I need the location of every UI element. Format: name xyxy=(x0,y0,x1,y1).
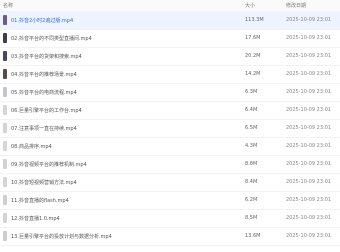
file-date: 2025-10-09 23:01 xyxy=(286,107,332,113)
file-name[interactable]: 01.抖音2小时2遍过版.mp4 xyxy=(11,17,73,24)
file-name[interactable]: 10.抖音短视频营销方法.mp4 xyxy=(11,179,77,186)
file-size: 8.8M xyxy=(245,161,258,167)
file-row[interactable]: 13.巨量引擎平台的投放计划与数据分析.mp4 13.6M 2025-10-09 2… xyxy=(0,227,340,246)
file-row[interactable]: 01.抖音2小时2遍过版.mp4 113.3M 2025-10-09 23:01 xyxy=(0,11,340,30)
file-size: 4.3M xyxy=(245,143,258,149)
file-row[interactable]: 10.抖音短视频营销方法.mp4 8.4M 2025-10-09 23:01 xyxy=(0,173,340,192)
header-date[interactable]: 修改日期 xyxy=(286,2,306,9)
file-row[interactable]: 07.注意事项一直在持续.mp4 6.5M 2025-10-09 23:01 xyxy=(0,119,340,138)
file-date: 2025-10-09 23:01 xyxy=(286,143,332,149)
file-name[interactable]: 13.巨量引擎平台的投放计划与数据分析.mp4 xyxy=(11,233,112,240)
file-name[interactable]: 11.抖音直播的flash.mp4 xyxy=(11,197,69,204)
file-date: 2025-10-09 23:01 xyxy=(286,71,332,77)
file-name[interactable]: 04.抖音平台的推荐场景.mp4 xyxy=(11,71,77,78)
file-row[interactable]: 03.抖音平台的货架和搜索.mp4 20.2M 2025-10-09 23:01 xyxy=(0,47,340,66)
file-row[interactable]: 04.抖音平台的推荐场景.mp4 14.2M 2025-10-09 23:01 xyxy=(0,65,340,84)
file-date: 2025-10-09 23:01 xyxy=(286,215,332,221)
file-name[interactable]: 03.抖音平台的货架和搜索.mp4 xyxy=(11,53,82,60)
file-name[interactable]: 08.商品排序.mp4 xyxy=(11,143,52,150)
file-date: 2025-10-09 23:01 xyxy=(286,179,332,185)
video-thumbnail-icon xyxy=(3,87,7,97)
file-date: 2025-10-09 23:01 xyxy=(286,35,332,41)
file-row[interactable]: 06.巨量引擎平台的工作台.mp4 6.4M 2025-10-09 23:01 xyxy=(0,101,340,120)
video-thumbnail-icon xyxy=(3,123,7,133)
file-date: 2025-10-09 23:01 xyxy=(286,161,332,167)
file-list: 名称 大小 修改日期 01.抖音2小时2遍过版.mp4 113.3M 2025-10… xyxy=(0,0,340,252)
file-name[interactable]: 02.抖音平台的不同类型直播间.mp4 xyxy=(11,35,92,42)
file-name[interactable]: 07.注意事项一直在持续.mp4 xyxy=(11,125,77,132)
video-thumbnail-icon xyxy=(3,177,7,187)
file-size: 6.2M xyxy=(245,197,258,203)
file-date: 2025-10-09 23:01 xyxy=(286,89,332,95)
file-name[interactable]: 12.抖音直播1.0.mp4 xyxy=(11,215,60,222)
file-size: 6.4M xyxy=(245,107,258,113)
file-name[interactable]: 05.抖音平台的电商流程.mp4 xyxy=(11,89,77,96)
file-row[interactable]: 11.抖音直播的flash.mp4 6.2M 2025-10-09 23:01 xyxy=(0,191,340,210)
file-name[interactable]: 06.巨量引擎平台的工作台.mp4 xyxy=(11,107,82,114)
file-size: 17.6M xyxy=(245,35,261,41)
video-thumbnail-icon xyxy=(3,105,7,115)
video-thumbnail-icon xyxy=(3,213,7,223)
file-date: 2025-10-09 23:01 xyxy=(286,53,332,59)
header-size[interactable]: 大小 xyxy=(245,2,255,9)
file-size: 6.5M xyxy=(245,125,258,131)
file-date: 2025-10-09 23:01 xyxy=(286,17,332,23)
file-row[interactable]: 02.抖音平台的不同类型直播间.mp4 17.6M 2025-10-09 23:01 xyxy=(0,29,340,48)
file-date: 2025-10-09 23:01 xyxy=(286,125,332,131)
video-thumbnail-icon xyxy=(3,159,7,169)
file-date: 2025-10-09 23:01 xyxy=(286,197,332,203)
video-thumbnail-icon xyxy=(3,33,7,43)
file-row[interactable]: 12.抖音直播1.0.mp4 8.5M 2025-10-09 23:01 xyxy=(0,209,340,228)
video-thumbnail-icon xyxy=(3,195,7,205)
video-thumbnail-icon xyxy=(3,231,7,241)
file-size: 8.4M xyxy=(245,179,258,185)
file-size: 6.3M xyxy=(245,89,258,95)
video-thumbnail-icon xyxy=(3,51,7,61)
file-size: 8.5M xyxy=(245,215,258,221)
header-name[interactable]: 名称 xyxy=(3,2,13,9)
file-row[interactable]: 09.抖音视频平台的推荐机制.mp4 8.8M 2025-10-09 23:01 xyxy=(0,155,340,174)
file-size: 14.2M xyxy=(245,71,261,77)
file-row[interactable]: 05.抖音平台的电商流程.mp4 6.3M 2025-10-09 23:01 xyxy=(0,83,340,102)
video-thumbnail-icon xyxy=(3,141,7,151)
file-size: 113.3M xyxy=(245,17,264,23)
file-date: 2025-10-09 23:01 xyxy=(286,233,332,239)
file-name[interactable]: 09.抖音视频平台的推荐机制.mp4 xyxy=(11,161,87,168)
file-size: 20.2M xyxy=(245,53,261,59)
file-row[interactable]: 08.商品排序.mp4 4.3M 2025-10-09 23:01 xyxy=(0,137,340,156)
video-thumbnail-icon xyxy=(3,15,7,25)
video-thumbnail-icon xyxy=(3,69,7,79)
file-size: 13.6M xyxy=(245,233,261,239)
